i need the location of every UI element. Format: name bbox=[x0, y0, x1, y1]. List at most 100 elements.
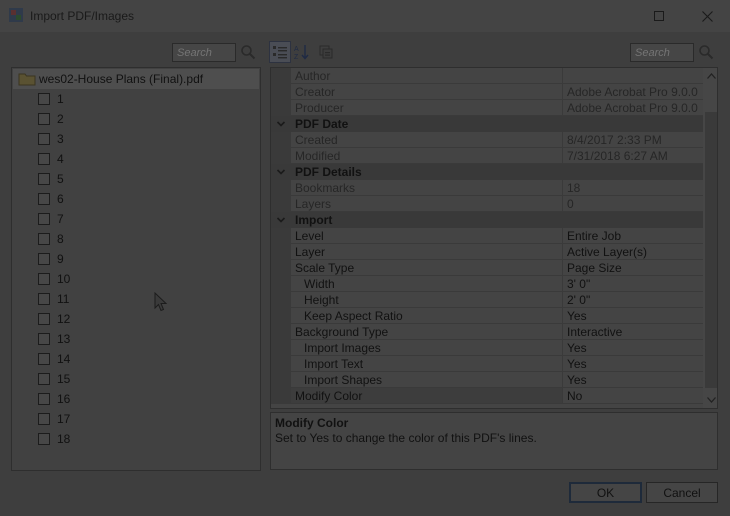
property-row[interactable]: Keep Aspect Ratio Yes bbox=[271, 308, 703, 324]
page-checkbox[interactable] bbox=[38, 293, 50, 305]
tree-item-page[interactable]: 10 bbox=[36, 269, 236, 289]
tree-item-page[interactable]: 16 bbox=[36, 389, 236, 409]
tree-item-page[interactable]: 11 bbox=[36, 289, 236, 309]
property-value[interactable]: Yes bbox=[563, 356, 703, 372]
property-pages-button[interactable] bbox=[315, 41, 337, 63]
property-row[interactable]: Scale Type Page Size bbox=[271, 260, 703, 276]
property-value[interactable]: Active Layer(s) bbox=[563, 244, 703, 260]
properties-search-input[interactable] bbox=[630, 43, 694, 62]
property-row[interactable]: Background Type Interactive bbox=[271, 324, 703, 340]
scroll-up-button[interactable] bbox=[703, 68, 717, 84]
tree-item-page[interactable]: 4 bbox=[36, 149, 236, 169]
search-icon[interactable] bbox=[698, 44, 714, 60]
property-value[interactable]: Yes bbox=[563, 308, 703, 324]
property-row[interactable]: Created 8/4/2017 2:33 PM bbox=[271, 132, 703, 148]
categorized-button[interactable] bbox=[269, 41, 291, 63]
page-checkbox[interactable] bbox=[38, 93, 50, 105]
property-row[interactable]: Modified 7/31/2018 6:27 AM bbox=[271, 148, 703, 164]
property-row[interactable]: Modify Color No bbox=[271, 388, 703, 404]
tree-item-page[interactable]: 18 bbox=[36, 429, 236, 449]
property-value[interactable]: No bbox=[563, 388, 703, 404]
property-value[interactable]: Entire Job bbox=[563, 228, 703, 244]
page-checkbox[interactable] bbox=[38, 153, 50, 165]
chevron-down-icon[interactable] bbox=[276, 119, 286, 129]
row-gutter bbox=[271, 356, 291, 372]
tree-item-page[interactable]: 2 bbox=[36, 109, 236, 129]
tree-item-page[interactable]: 17 bbox=[36, 409, 236, 429]
chevron-down-icon[interactable] bbox=[276, 167, 286, 177]
page-checkbox[interactable] bbox=[38, 173, 50, 185]
page-checkbox[interactable] bbox=[38, 313, 50, 325]
tree-item-page[interactable]: 9 bbox=[36, 249, 236, 269]
page-checkbox[interactable] bbox=[38, 393, 50, 405]
property-name: Level bbox=[291, 228, 563, 244]
property-value[interactable]: 3' 0" bbox=[563, 276, 703, 292]
scroll-thumb[interactable] bbox=[705, 112, 717, 388]
scroll-down-button[interactable] bbox=[703, 392, 717, 408]
property-row[interactable]: Level Entire Job bbox=[271, 228, 703, 244]
page-checkbox[interactable] bbox=[38, 233, 50, 245]
property-category[interactable]: PDF Date bbox=[271, 116, 703, 132]
tree-item-page[interactable]: 7 bbox=[36, 209, 236, 229]
description-text: Set to Yes to change the color of this P… bbox=[275, 431, 537, 445]
tree-item-page[interactable]: 1 bbox=[36, 89, 236, 109]
property-value: 18 bbox=[563, 180, 703, 196]
property-row[interactable]: Bookmarks 18 bbox=[271, 180, 703, 196]
property-name: Layers bbox=[291, 196, 563, 212]
page-checkbox[interactable] bbox=[38, 433, 50, 445]
page-checkbox[interactable] bbox=[38, 193, 50, 205]
page-checkbox[interactable] bbox=[38, 113, 50, 125]
tree-root-file[interactable]: wes02-House Plans (Final).pdf bbox=[13, 69, 259, 89]
property-name: Height bbox=[291, 292, 563, 308]
property-row[interactable]: Creator Adobe Acrobat Pro 9.0.0 bbox=[271, 84, 703, 100]
property-value[interactable]: Yes bbox=[563, 340, 703, 356]
property-row[interactable]: Layers 0 bbox=[271, 196, 703, 212]
property-value[interactable]: 2' 0" bbox=[563, 292, 703, 308]
property-name: Layer bbox=[291, 244, 563, 260]
property-row[interactable]: Layer Active Layer(s) bbox=[271, 244, 703, 260]
page-checkbox[interactable] bbox=[38, 213, 50, 225]
property-row[interactable]: Import Text Yes bbox=[271, 356, 703, 372]
description-title: Modify Color bbox=[275, 416, 349, 430]
page-checkbox[interactable] bbox=[38, 273, 50, 285]
property-row[interactable]: Width 3' 0" bbox=[271, 276, 703, 292]
svg-text:A: A bbox=[294, 46, 299, 53]
search-icon[interactable] bbox=[240, 44, 256, 60]
property-category[interactable]: PDF Details bbox=[271, 164, 703, 180]
tree-item-page[interactable]: 12 bbox=[36, 309, 236, 329]
page-checkbox[interactable] bbox=[38, 253, 50, 265]
property-row[interactable]: Import Shapes Yes bbox=[271, 372, 703, 388]
tree-item-page[interactable]: 8 bbox=[36, 229, 236, 249]
page-label: 11 bbox=[57, 292, 70, 306]
property-row[interactable]: Import Images Yes bbox=[271, 340, 703, 356]
close-button[interactable] bbox=[684, 0, 730, 32]
page-checkbox[interactable] bbox=[38, 413, 50, 425]
page-checkbox[interactable] bbox=[38, 333, 50, 345]
property-value[interactable]: Page Size bbox=[563, 260, 703, 276]
tree-item-page[interactable]: 15 bbox=[36, 369, 236, 389]
maximize-button[interactable] bbox=[636, 0, 682, 32]
ok-button[interactable]: OK bbox=[569, 482, 642, 503]
property-row[interactable]: Producer Adobe Acrobat Pro 9.0.0 bbox=[271, 100, 703, 116]
chevron-down-icon[interactable] bbox=[276, 215, 286, 225]
property-value[interactable]: Yes bbox=[563, 372, 703, 388]
tree-item-page[interactable]: 3 bbox=[36, 129, 236, 149]
pages-search-input[interactable] bbox=[172, 43, 236, 62]
page-checkbox[interactable] bbox=[38, 133, 50, 145]
property-grid-scrollbar[interactable] bbox=[703, 68, 717, 408]
property-value[interactable]: Interactive bbox=[563, 324, 703, 340]
alphabetical-button[interactable]: A Z bbox=[291, 41, 313, 63]
tree-item-page[interactable]: 13 bbox=[36, 329, 236, 349]
page-checkbox[interactable] bbox=[38, 373, 50, 385]
category-label: PDF Date bbox=[295, 117, 349, 131]
property-row[interactable]: Height 2' 0" bbox=[271, 292, 703, 308]
cancel-button[interactable]: Cancel bbox=[646, 482, 718, 503]
property-category[interactable]: Import bbox=[271, 212, 703, 228]
tree-item-page[interactable]: 6 bbox=[36, 189, 236, 209]
tree-item-page[interactable]: 14 bbox=[36, 349, 236, 369]
tree-item-page[interactable]: 5 bbox=[36, 169, 236, 189]
page-label: 8 bbox=[57, 232, 64, 246]
page-checkbox[interactable] bbox=[38, 353, 50, 365]
property-row[interactable]: Author bbox=[271, 68, 703, 84]
mouse-cursor-icon bbox=[154, 292, 168, 312]
